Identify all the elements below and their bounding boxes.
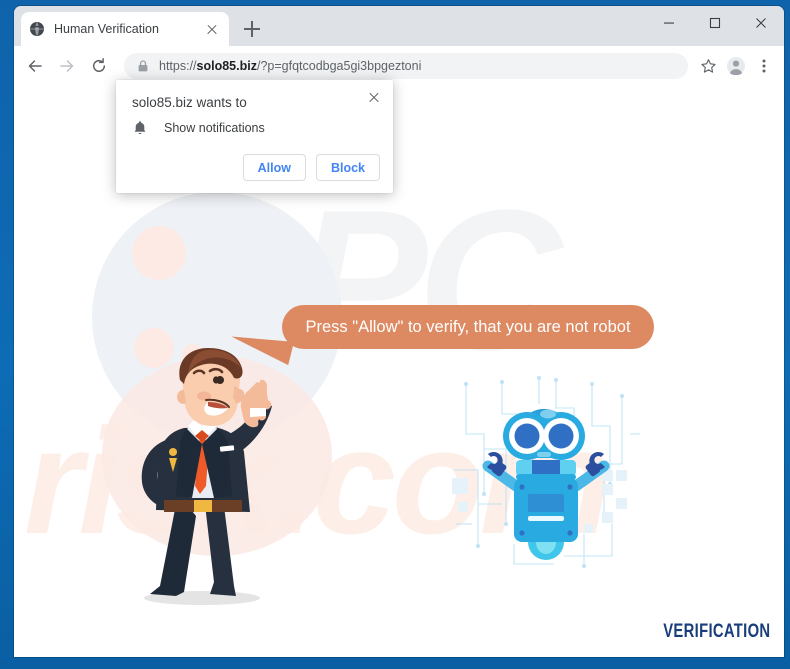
reload-button[interactable] xyxy=(84,51,114,81)
url-host: solo85.biz xyxy=(196,59,257,73)
speech-bubble-text: Press "Allow" to verify, that you are no… xyxy=(305,317,631,336)
bell-icon xyxy=(134,121,146,135)
star-icon xyxy=(700,58,716,73)
browser-tab[interactable]: Human Verification xyxy=(21,12,229,46)
window-controls xyxy=(646,6,784,40)
dialog-actions: Allow Block xyxy=(242,154,380,181)
pointing-businessman-illustration xyxy=(141,348,272,605)
arrow-right-icon xyxy=(60,60,74,72)
maximize-button[interactable] xyxy=(692,6,738,40)
close-icon xyxy=(756,18,766,28)
reload-icon xyxy=(92,58,106,72)
verification-label: VERIFICATION xyxy=(662,621,770,642)
url-path: /?p=gfqtcodbga5gi3bpgeztoni xyxy=(256,59,422,73)
lock-icon xyxy=(138,60,148,72)
tab-title: Human Verification xyxy=(54,22,159,36)
permission-label: Show notifications xyxy=(164,121,265,135)
address-bar[interactable]: https://solo85.biz/?p=gfqtcodbga5gi3bpge… xyxy=(124,53,688,79)
blue-robot-illustration xyxy=(452,376,640,568)
speech-bubble: Press "Allow" to verify, that you are no… xyxy=(282,305,654,349)
os-window-frame: Human Verification https://solo85.biz/?p… xyxy=(0,0,790,669)
close-tab-icon[interactable] xyxy=(203,20,221,38)
globe-icon xyxy=(30,22,44,36)
decorative-bubble xyxy=(132,226,186,280)
tab-strip: Human Verification xyxy=(14,6,784,46)
block-button[interactable]: Block xyxy=(315,154,380,181)
avatar-icon xyxy=(727,57,745,76)
url-scheme: https:// xyxy=(159,59,197,73)
maximize-icon xyxy=(709,17,721,29)
allow-button[interactable]: Allow xyxy=(242,154,306,181)
notification-permission-dialog: solo85.biz wants to Show notifications A… xyxy=(116,80,393,193)
permission-row: Show notifications xyxy=(132,120,265,136)
browser-menu-button[interactable] xyxy=(750,52,778,80)
bookmark-button[interactable] xyxy=(694,52,722,80)
dialog-close-icon[interactable] xyxy=(363,86,385,108)
arrow-left-icon xyxy=(28,60,42,72)
minimize-button[interactable] xyxy=(646,6,692,40)
minimize-icon xyxy=(664,22,674,24)
new-tab-button[interactable] xyxy=(241,18,263,40)
dialog-title: solo85.biz wants to xyxy=(132,95,247,110)
url-text: https://solo85.biz/?p=gfqtcodbga5gi3bpge… xyxy=(159,59,676,73)
forward-button[interactable] xyxy=(52,51,82,81)
three-dot-menu-icon xyxy=(762,59,766,73)
browser-window: Human Verification https://solo85.biz/?p… xyxy=(14,6,784,657)
close-window-button[interactable] xyxy=(738,6,784,40)
back-button[interactable] xyxy=(20,51,50,81)
profile-button[interactable] xyxy=(722,52,750,80)
